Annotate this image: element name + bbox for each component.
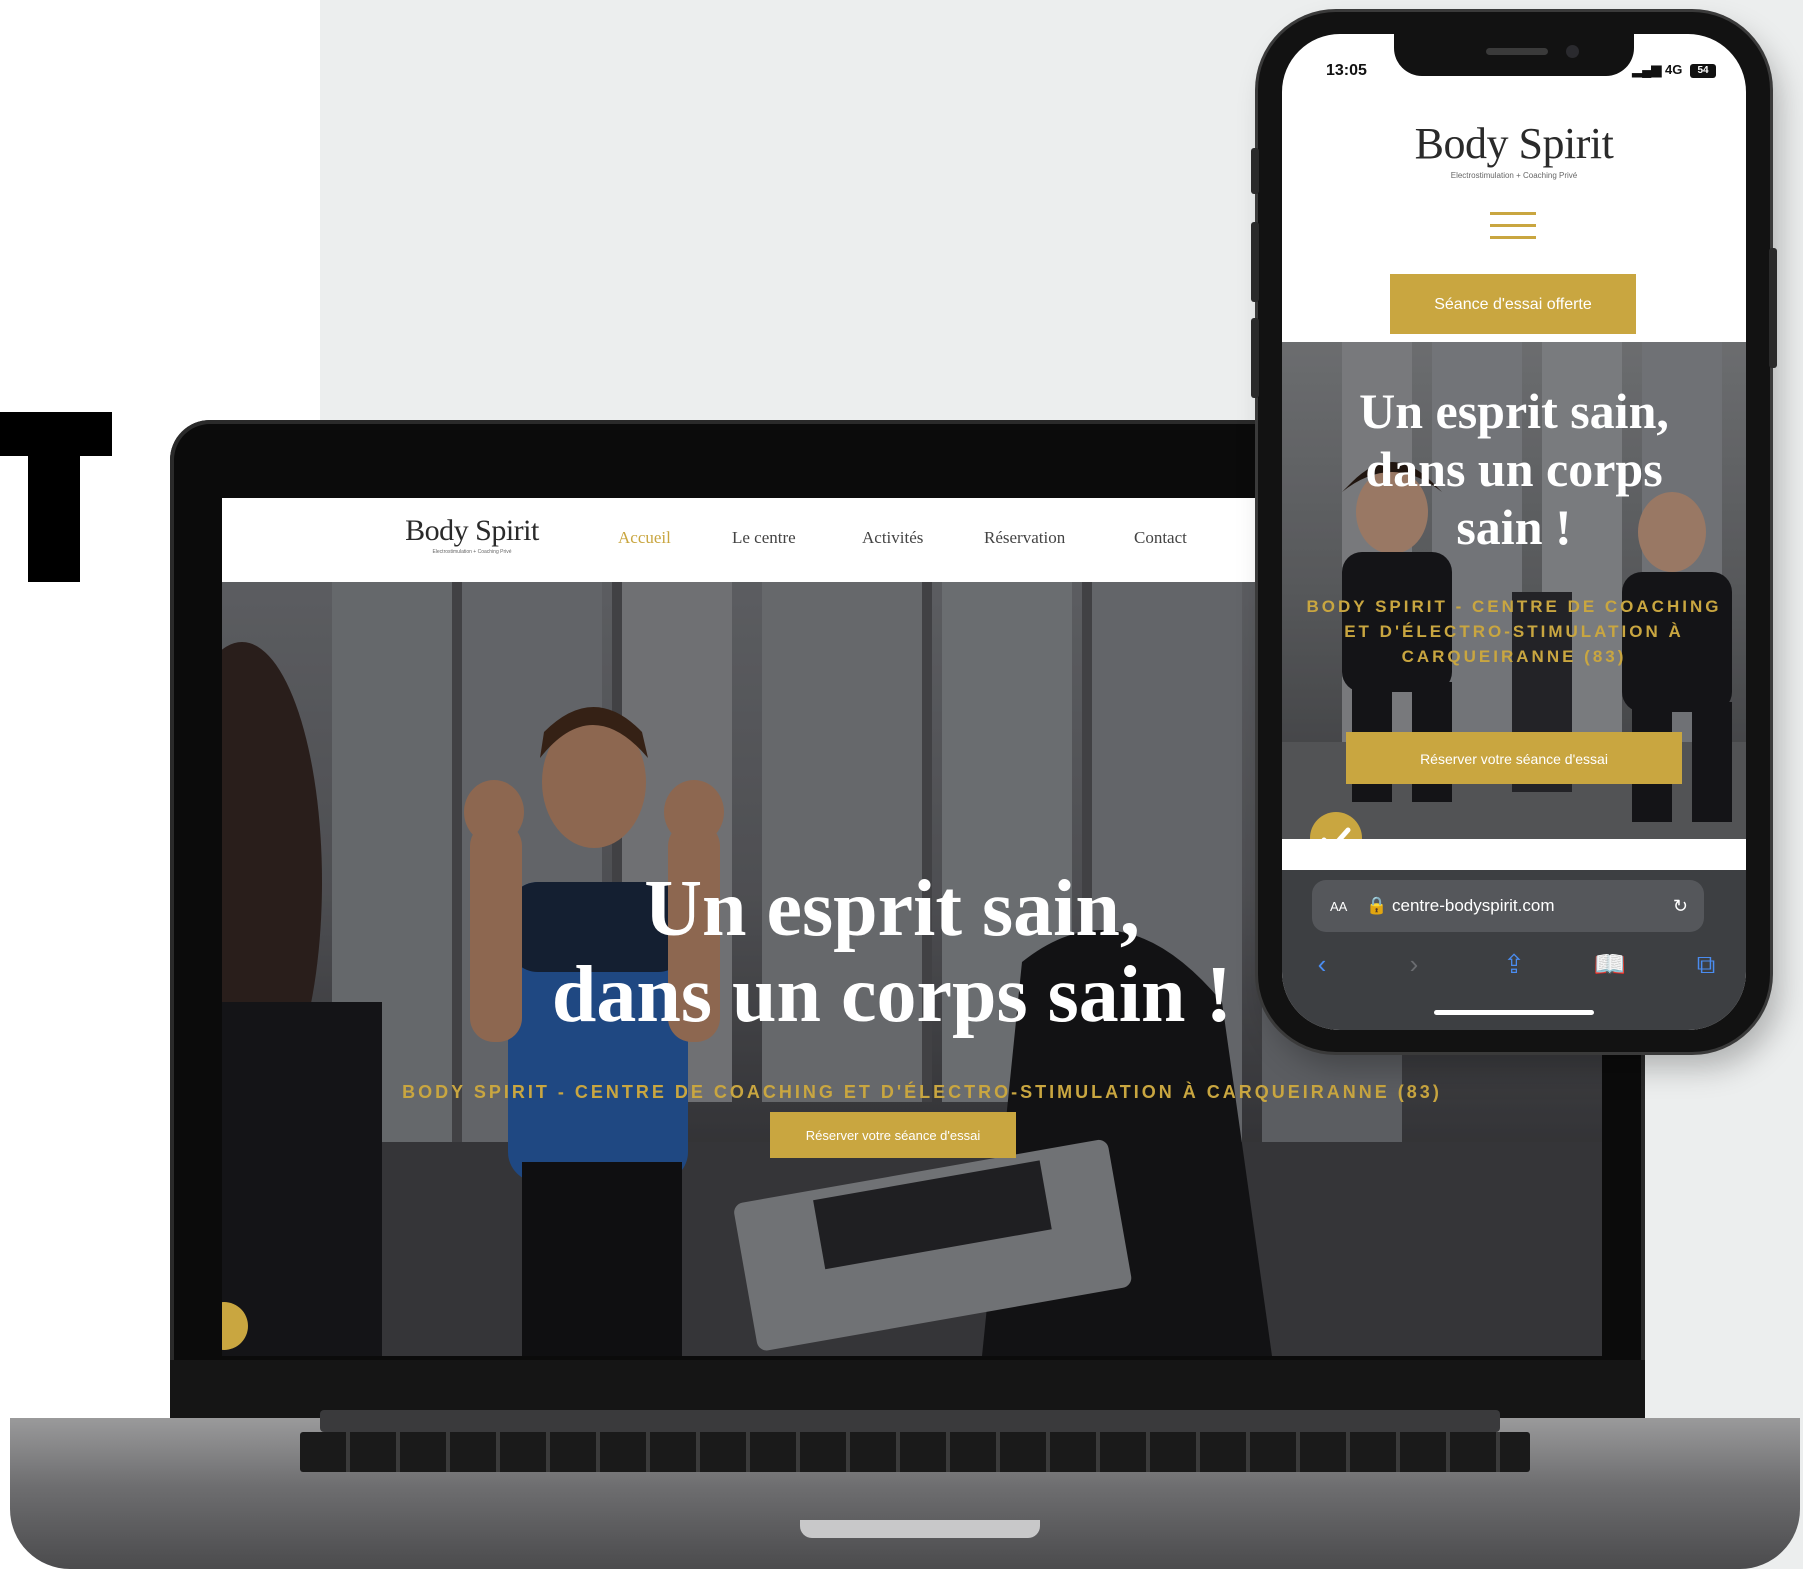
laptop-hinge [320,1410,1500,1432]
laptop-opening-notch [800,1520,1040,1538]
hero-title-line1: Un esprit sain, [644,865,1140,953]
nav-contact[interactable]: Contact [1134,528,1187,548]
nav-le-centre[interactable]: Le centre [732,528,796,548]
mobile-hero-subtitle: BODY SPIRIT - CENTRE DE COACHING ET D'ÉL… [1306,597,1722,666]
url-text: centre-bodyspirit.com [1391,896,1555,915]
status-time: 13:05 [1326,62,1367,79]
back-icon[interactable]: ‹ [1302,946,1342,982]
reload-icon[interactable]: ↻ [1673,880,1688,932]
battery-icon: 54 [1690,63,1716,78]
laptop-keyboard [300,1432,1530,1472]
signal-icon: ▂▄▆ [1632,62,1662,77]
phone-mute-switch [1251,148,1259,194]
home-indicator [1434,1010,1594,1015]
book-trial-button[interactable]: Réserver votre séance d'essai [770,1112,1016,1158]
phone-volume-down [1251,318,1259,398]
status-indicators: ▂▄▆ 4G 54 [1632,62,1716,78]
share-icon[interactable]: ⇪ [1494,946,1534,982]
hero-title: Un esprit sain, dans un corps sain ! [512,866,1272,1038]
hero-subtitle: BODY SPIRIT - CENTRE DE COACHING ET D'ÉL… [402,1082,1442,1102]
tabs-icon[interactable]: ⧉ [1686,946,1726,982]
nav-reservation[interactable]: Réservation [984,528,1065,548]
mobile-logo-tagline: Electrostimulation + Coaching Privé [1450,171,1578,180]
nav-activites[interactable]: Activités [862,528,923,548]
nav-accueil[interactable]: Accueil [618,528,671,548]
lock-icon: 🔒 [1366,896,1388,915]
phone-volume-up [1251,222,1259,302]
browser-toolbar: AA 🔒 centre-bodyspirit.com ↻ ‹ › ⇪ 📖 ⧉ [1282,870,1746,1030]
partial-letter-t [0,412,112,582]
free-trial-button[interactable]: Séance d'essai offerte [1390,274,1636,334]
mobile-logo[interactable]: Body Spirit Electrostimulation + Coachin… [1282,118,1746,180]
site-logo[interactable]: Body Spirit Electrostimulation + Coachin… [392,514,552,555]
address-bar[interactable]: AA 🔒 centre-bodyspirit.com ↻ [1312,880,1704,932]
text-size-button[interactable]: AA [1330,899,1347,914]
mobile-chat-widget-button[interactable] [1310,812,1362,839]
mobile-logo-title: Body Spirit [1414,119,1614,168]
forward-icon[interactable]: › [1394,946,1434,982]
phone-screen: 13:05 ▂▄▆ 4G 54 Body Spirit Electrostimu… [1282,34,1746,1030]
mobile-hero-title: Un esprit sain, dans un corps sain ! [1292,382,1736,556]
logo-title: Body Spirit [405,514,539,547]
notch-camera [1566,45,1579,58]
bookmarks-icon[interactable]: 📖 [1590,946,1630,982]
hero-title-line2: dans un corps sain ! [551,951,1233,1039]
phone-notch [1394,34,1634,76]
mobile-hero-title-line1: Un esprit sain, [1359,383,1669,439]
mobile-hero-title-line2: dans un corps [1365,441,1663,497]
mobile-hero-section: Un esprit sain, dans un corps sain ! BOD… [1282,342,1746,839]
phone-power-button [1769,248,1777,368]
logo-tagline: Electrostimulation + Coaching Privé [432,549,512,555]
notch-speaker [1486,48,1548,55]
network-label: 4G [1665,62,1683,77]
mobile-book-trial-button[interactable]: Réserver votre séance d'essai [1346,732,1682,784]
mobile-hero-title-line3: sain ! [1456,499,1572,555]
check-icon [1321,827,1351,839]
hamburger-icon[interactable] [1490,212,1536,244]
